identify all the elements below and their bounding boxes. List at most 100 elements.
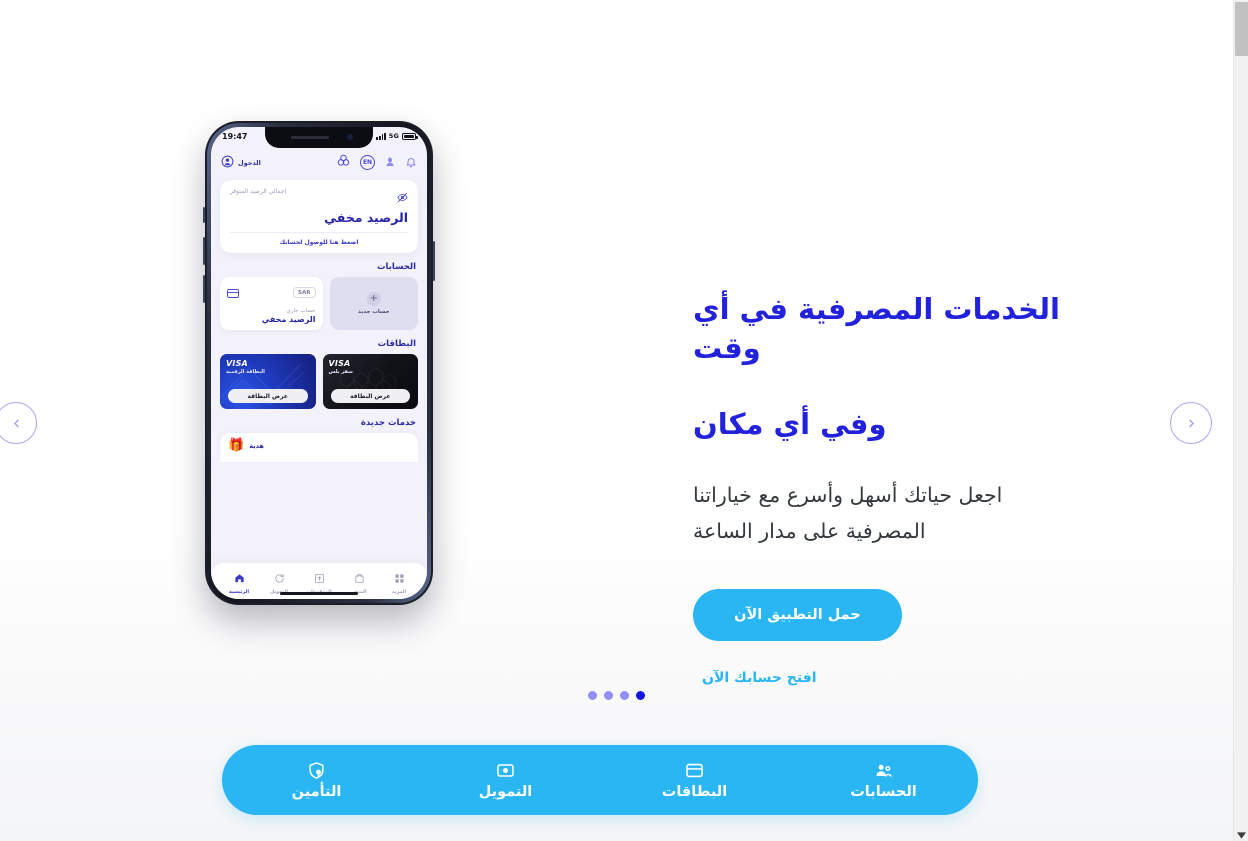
grid-more-icon <box>394 569 405 588</box>
app-header: الدخول EN <box>211 149 427 178</box>
currency-badge: SAR <box>293 287 316 298</box>
carousel-dots <box>0 691 1233 700</box>
app-nav-item-home[interactable]: الرئيسية <box>219 569 259 595</box>
assistant-icon[interactable] <box>384 153 396 172</box>
status-indicators: 5G <box>376 132 418 140</box>
account-card-info: حساب جاري الرصيد مخفي <box>227 308 316 324</box>
phone-volume-down-button <box>203 275 205 303</box>
page-root: الخدمات المصرفية في أي وقت وفي أي مكان ا… <box>0 0 1233 841</box>
bell-icon[interactable] <box>405 153 417 172</box>
headline-line-1: الخدمات المصرفية في أي وقت <box>693 292 1060 366</box>
carousel-prev-button[interactable] <box>0 402 37 444</box>
open-account-link[interactable]: افتح حسابك الآن <box>702 670 817 686</box>
cta-container: حمل التطبيق الآن <box>693 588 1123 641</box>
service-item-gift[interactable]: 🎁 هدية <box>220 433 418 462</box>
plus-icon: + <box>366 292 381 306</box>
language-toggle-en[interactable]: EN <box>360 155 375 170</box>
card-icon <box>685 761 704 780</box>
app-nav-label: المزيد <box>391 590 407 595</box>
quick-item-insurance[interactable]: التأمين <box>222 761 411 800</box>
app-nav-label: الرئيسية <box>229 590 249 595</box>
phone-notch <box>265 127 373 148</box>
transfer-icon <box>274 569 285 588</box>
services-section-title: خدمات جديدة <box>360 418 416 428</box>
subhead-line-2: المصرفية على مدار الساعة <box>693 518 926 543</box>
battery-full-icon <box>402 132 418 140</box>
quick-item-label: البطاقات <box>661 783 728 800</box>
account-card[interactable]: SAR حساب جاري الرصيد مخفي <box>220 277 323 330</box>
phone-front-camera <box>347 134 353 140</box>
card-brand-row: VISA البطاقة الرقمية <box>226 359 310 375</box>
accounts-row: SAR حساب جاري الرصيد مخفي + حساب جديد <box>220 277 418 330</box>
bank-card-digital[interactable]: VISA البطاقة الرقمية عرض البطاقة <box>220 354 316 409</box>
card-brand-row: VISA سفر بلس <box>329 359 413 375</box>
balance-label: إجمالي الرصيد المتوفر <box>230 188 287 195</box>
phone-power-button <box>433 241 435 281</box>
account-card-top: SAR <box>227 283 316 302</box>
headline-line-2: وفي أي مكان <box>693 406 887 441</box>
quick-services-bar: الحسابات البطاقات التمويل التأمين <box>222 745 978 815</box>
visa-logo: VISA <box>226 359 248 368</box>
hero-slide: الخدمات المصرفية في أي وقت وفي أي مكان ا… <box>0 0 1233 730</box>
carousel-next-button[interactable] <box>1170 402 1212 444</box>
card-name: سفر بلس <box>328 369 353 375</box>
status-network-label: 5G <box>388 132 399 140</box>
cards-row: VISA البطاقة الرقمية عرض البطاقة VISA سف… <box>220 354 418 409</box>
view-card-button[interactable]: عرض البطاقة <box>330 389 410 403</box>
balance-card: إجمالي الرصيد المتوفر الرصيد مخفي اضغط ه… <box>220 180 418 253</box>
new-account-label: حساب جديد <box>358 309 390 315</box>
page-scrollbar[interactable] <box>1233 0 1248 841</box>
phone-speaker <box>291 136 329 139</box>
quick-item-accounts[interactable]: الحسابات <box>789 761 978 800</box>
scroll-down-arrow-icon <box>1237 824 1246 841</box>
home-icon <box>234 569 245 588</box>
subhead-line-1: اجعل حياتك أسهل وأسرع مع خياراتنا <box>693 483 1003 508</box>
login-label: الدخول <box>238 158 261 167</box>
visa-logo: VISA <box>328 359 351 368</box>
eye-off-icon[interactable] <box>397 188 408 207</box>
chevron-left-icon <box>10 417 23 430</box>
phone-screen: 19:47 5G الدخول EN إجمالي الرصيد المتوفر… <box>211 127 427 599</box>
quick-item-financing[interactable]: التمويل <box>411 761 600 800</box>
signal-bars-icon <box>376 132 386 140</box>
carousel-dot-active[interactable] <box>636 691 645 700</box>
quick-item-label: الحسابات <box>850 783 917 800</box>
payments-icon <box>314 569 325 588</box>
carousel-dot[interactable] <box>604 691 613 700</box>
page-title: الخدمات المصرفية في أي وقت وفي أي مكان <box>693 290 1123 444</box>
balance-amount: الرصيد مخفي <box>324 210 408 225</box>
bank-card-travel[interactable]: VISA سفر بلس عرض البطاقة <box>322 354 418 409</box>
chevron-right-icon <box>1185 417 1198 430</box>
account-type-label: حساب جاري <box>286 308 316 314</box>
accounts-section-title: الحسابات <box>377 262 416 272</box>
accounts-people-icon <box>874 761 893 780</box>
download-app-button[interactable]: حمل التطبيق الآن <box>693 588 902 641</box>
phone-volume-up-button <box>203 237 205 265</box>
card-name: البطاقة الرقمية <box>226 369 265 375</box>
hero-text-column: الخدمات المصرفية في أي وقت وفي أي مكان ا… <box>693 290 1123 686</box>
phone-mockup: 19:47 5G الدخول EN إجمالي الرصيد المتوفر… <box>203 121 435 605</box>
bank-logo-icon[interactable] <box>336 153 351 172</box>
phone-silent-switch <box>203 207 205 223</box>
account-balance-value: الرصيد مخفي <box>261 315 316 324</box>
app-nav-item-more[interactable]: المزيد <box>379 569 419 595</box>
scrollbar-down-button[interactable] <box>1234 825 1248 841</box>
carousel-dot[interactable] <box>588 691 597 700</box>
new-account-button[interactable]: + حساب جديد <box>329 277 418 330</box>
store-icon <box>354 569 365 588</box>
card-chip-icon <box>227 283 239 302</box>
home-indicator <box>280 592 358 595</box>
view-card-button[interactable]: عرض البطاقة <box>228 389 308 403</box>
gift-icon: 🎁 <box>228 438 245 453</box>
balance-access-link[interactable]: اضغط هنا للوصول لحسابك <box>230 233 408 253</box>
status-time: 19:47 <box>222 132 248 141</box>
user-avatar-icon <box>221 153 234 172</box>
carousel-dot[interactable] <box>620 691 629 700</box>
login-button[interactable]: الدخول <box>221 153 261 172</box>
cards-section-title: البطاقات <box>377 339 416 349</box>
header-icon-group: EN <box>336 153 417 172</box>
insurance-shield-lock-icon <box>307 761 326 780</box>
service-item-label: هدية <box>249 441 264 450</box>
scrollbar-thumb[interactable] <box>1235 2 1248 56</box>
quick-item-cards[interactable]: البطاقات <box>600 761 789 800</box>
